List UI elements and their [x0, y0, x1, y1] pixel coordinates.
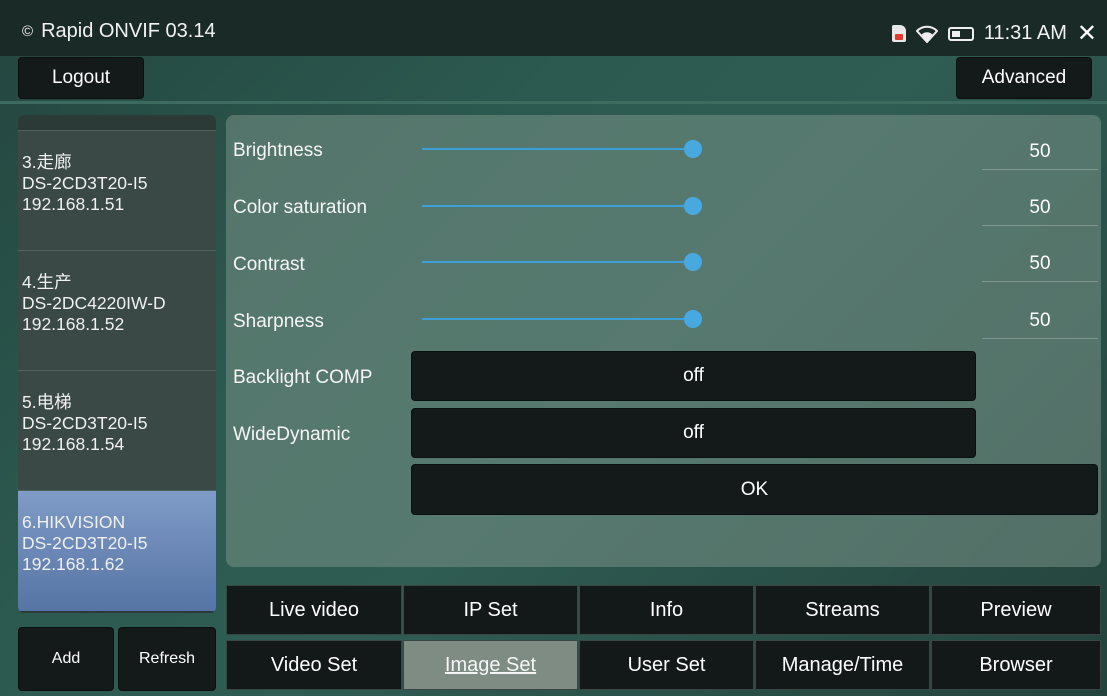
add-button[interactable]: Add: [18, 627, 114, 691]
tab-live-video[interactable]: Live video: [226, 585, 402, 635]
device-item[interactable]: 5.电梯 DS-2CD3T20-I5 192.168.1.54: [18, 371, 216, 491]
sharpness-slider-thumb[interactable]: [684, 310, 702, 328]
device-list[interactable]: 3.走廊 DS-2CD3T20-I5 192.168.1.51 4.生产 DS-…: [18, 115, 216, 613]
sharpness-value[interactable]: 50: [982, 303, 1098, 339]
app-title: Rapid ONVIF 03.14: [41, 20, 216, 42]
device-model: DS-2DC4220IW-D: [22, 293, 166, 313]
brightness-label: Brightness: [233, 140, 323, 161]
tab-streams[interactable]: Streams: [755, 585, 930, 635]
tab-ip-set[interactable]: IP Set: [403, 585, 578, 635]
sd-card-icon: [891, 25, 906, 42]
device-ip: 192.168.1.51: [22, 194, 125, 214]
contrast-slider[interactable]: [422, 261, 692, 263]
color-saturation-value[interactable]: 50: [982, 190, 1098, 226]
app-title-area: © Rapid ONVIF 03.14: [22, 20, 216, 43]
device-model: DS-2CD3T20-I5: [22, 173, 148, 193]
header-divider: [0, 101, 1107, 104]
tab-info[interactable]: Info: [579, 585, 754, 635]
contrast-value[interactable]: 50: [982, 246, 1098, 282]
ok-button[interactable]: OK: [411, 464, 1098, 515]
device-item[interactable]: 3.走廊 DS-2CD3T20-I5 192.168.1.51: [18, 131, 216, 251]
advanced-button[interactable]: Advanced: [956, 57, 1092, 99]
sharpness-label: Sharpness: [233, 311, 324, 332]
device-model: DS-2CD3T20-I5: [22, 533, 148, 553]
device-list-scroll-top: [18, 115, 216, 131]
status-icons: 11:31 AM ✕: [891, 19, 1097, 48]
clock: 11:31 AM: [983, 22, 1067, 44]
color-saturation-label: Color saturation: [233, 197, 368, 218]
sharpness-slider[interactable]: [422, 318, 692, 320]
contrast-label: Contrast: [233, 254, 305, 275]
tab-preview[interactable]: Preview: [931, 585, 1101, 635]
device-name: 5.电梯: [22, 392, 72, 412]
battery-icon: [947, 26, 974, 41]
logout-button[interactable]: Logout: [18, 57, 144, 99]
tab-browser[interactable]: Browser: [931, 640, 1101, 690]
copyright-icon: ©: [22, 23, 34, 40]
refresh-button[interactable]: Refresh: [118, 627, 216, 691]
brightness-value[interactable]: 50: [982, 134, 1098, 170]
tab-video-set[interactable]: Video Set: [226, 640, 402, 690]
close-icon[interactable]: ✕: [1077, 19, 1097, 48]
device-item-selected[interactable]: 6.HIKVISION DS-2CD3T20-I5 192.168.1.62: [18, 491, 216, 611]
tab-user-set[interactable]: User Set: [579, 640, 754, 690]
brightness-slider[interactable]: [422, 148, 692, 150]
device-name: 4.生产: [22, 272, 72, 292]
device-ip: 192.168.1.52: [22, 314, 125, 334]
device-ip: 192.168.1.54: [22, 434, 125, 454]
contrast-slider-thumb[interactable]: [684, 253, 702, 271]
tab-image-set[interactable]: Image Set: [403, 640, 578, 690]
device-ip: 192.168.1.62: [22, 554, 125, 574]
color-saturation-slider-thumb[interactable]: [684, 197, 702, 215]
device-name: 6.HIKVISION: [22, 512, 126, 532]
device-model: DS-2CD3T20-I5: [22, 413, 148, 433]
wifi-icon: [915, 25, 938, 43]
tab-manage-time[interactable]: Manage/Time: [755, 640, 930, 690]
device-name: 3.走廊: [22, 152, 72, 172]
device-item[interactable]: 4.生产 DS-2DC4220IW-D 192.168.1.52: [18, 251, 216, 371]
status-bar: © Rapid ONVIF 03.14 11:31 AM ✕: [0, 0, 1107, 56]
widedynamic-label: WideDynamic: [233, 424, 351, 445]
widedynamic-select[interactable]: off: [411, 408, 976, 458]
color-saturation-slider[interactable]: [422, 205, 692, 207]
brightness-slider-thumb[interactable]: [684, 140, 702, 158]
backlight-comp-select[interactable]: off: [411, 351, 976, 401]
backlight-comp-label: Backlight COMP: [233, 367, 373, 388]
